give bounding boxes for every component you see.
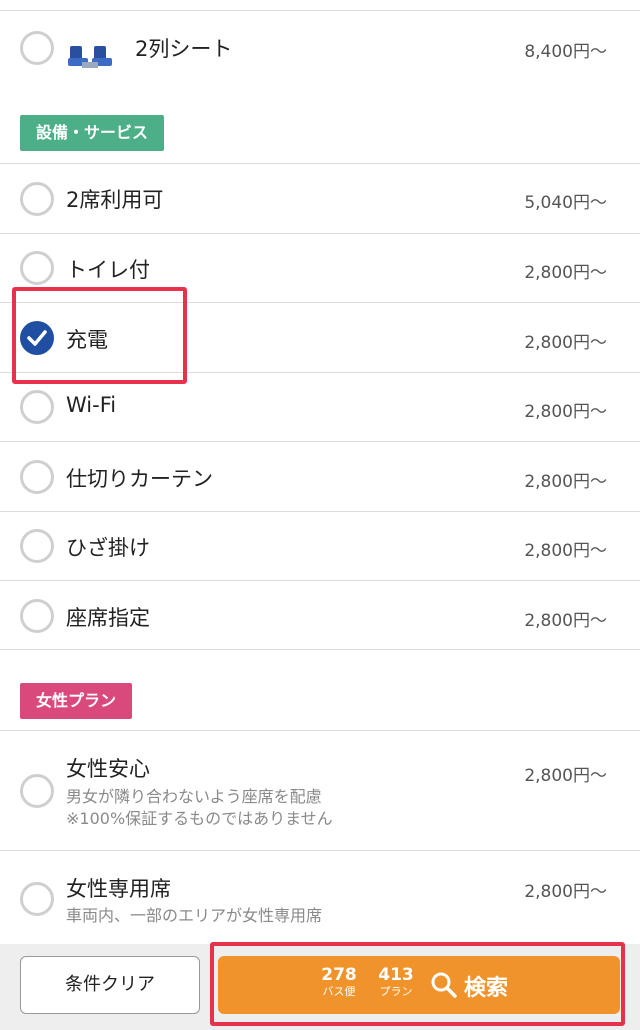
- option-price: 2,800円〜: [524, 402, 607, 422]
- bus-count: 278 バス便: [311, 965, 367, 999]
- option-row-wifi[interactable]: Wi-Fi 2,800円〜: [0, 372, 640, 441]
- radio-button[interactable]: [20, 460, 54, 494]
- option-description: 男女が隣り合わないよう座席を配慮: [66, 787, 322, 806]
- option-row-two-seats[interactable]: 2席利用可 5,040円〜: [0, 163, 640, 233]
- option-price: 2,800円〜: [524, 611, 607, 631]
- search-icon: [431, 972, 457, 998]
- option-label: 座席指定: [66, 606, 150, 630]
- option-row-toilet[interactable]: トイレ付 2,800円〜: [0, 233, 640, 302]
- radio-button[interactable]: [20, 774, 54, 808]
- option-row-curtain[interactable]: 仕切りカーテン 2,800円〜: [0, 441, 640, 511]
- option-price: 2,800円〜: [524, 263, 607, 283]
- radio-button[interactable]: [20, 599, 54, 633]
- footer-bar: 条件クリア 278 バス便 413 プラン 検索: [0, 944, 640, 1030]
- search-button[interactable]: 278 バス便 413 プラン 検索: [218, 956, 620, 1014]
- option-price: 2,800円〜: [524, 541, 607, 561]
- radio-button[interactable]: [20, 390, 54, 424]
- option-description-note: ※100%保証するものではありません: [66, 809, 333, 828]
- search-label: 検索: [464, 976, 509, 1001]
- option-price: 2,800円〜: [524, 766, 607, 786]
- bus-count-unit: バス便: [322, 985, 356, 998]
- double-seat-icon: [68, 46, 112, 68]
- option-row-women-safe[interactable]: 女性安心 2,800円〜 男女が隣り合わないよう座席を配慮 ※100%保証するも…: [0, 730, 640, 850]
- option-row-women-only[interactable]: 女性専用席 2,800円〜 車両内、一部のエリアが女性専用席: [0, 850, 640, 950]
- option-description: 車両内、一部のエリアが女性専用席: [66, 906, 323, 925]
- radio-button[interactable]: [20, 31, 54, 65]
- option-price: 2,800円〜: [524, 333, 607, 353]
- radio-button[interactable]: [20, 182, 54, 216]
- option-label: 2席利用可: [66, 188, 164, 212]
- option-row-seat-2col[interactable]: 2列シート 8,400円〜: [0, 10, 640, 83]
- option-label: Wi-Fi: [66, 393, 117, 417]
- option-price: 2,800円〜: [524, 472, 607, 492]
- option-label: 仕切りカーテン: [66, 467, 213, 491]
- option-label: トイレ付: [66, 258, 150, 282]
- option-price: 2,800円〜: [524, 882, 607, 902]
- checkmark-icon: [27, 330, 47, 346]
- option-row-seat-reservation[interactable]: 座席指定 2,800円〜: [0, 580, 640, 650]
- plan-count-number: 413: [378, 965, 414, 985]
- bus-search-filter-page: 2列シート 8,400円〜 設備・サービス 2席利用可 5,040円〜 トイレ付…: [0, 0, 640, 1030]
- option-price: 5,040円〜: [524, 193, 607, 213]
- option-row-blanket[interactable]: ひざ掛け 2,800円〜: [0, 511, 640, 580]
- option-row-charging[interactable]: 充電 2,800円〜: [0, 302, 640, 372]
- bus-count-number: 278: [321, 965, 357, 985]
- radio-button[interactable]: [20, 882, 54, 916]
- radio-button[interactable]: [20, 251, 54, 285]
- option-label: ひざ掛け: [66, 536, 150, 560]
- option-label: 充電: [66, 328, 108, 352]
- option-price: 8,400円〜: [524, 42, 607, 62]
- clear-conditions-button[interactable]: 条件クリア: [20, 956, 200, 1014]
- section-badge-equipment: 設備・サービス: [20, 115, 165, 151]
- option-label: 2列シート: [135, 37, 233, 61]
- option-label: 女性安心: [66, 757, 150, 781]
- plan-count-unit: プラン: [379, 985, 413, 998]
- radio-button-checked[interactable]: [20, 321, 54, 355]
- option-label: 女性専用席: [66, 877, 171, 901]
- section-badge-women: 女性プラン: [20, 683, 133, 719]
- plan-count: 413 プラン: [368, 965, 424, 999]
- radio-button[interactable]: [20, 529, 54, 563]
